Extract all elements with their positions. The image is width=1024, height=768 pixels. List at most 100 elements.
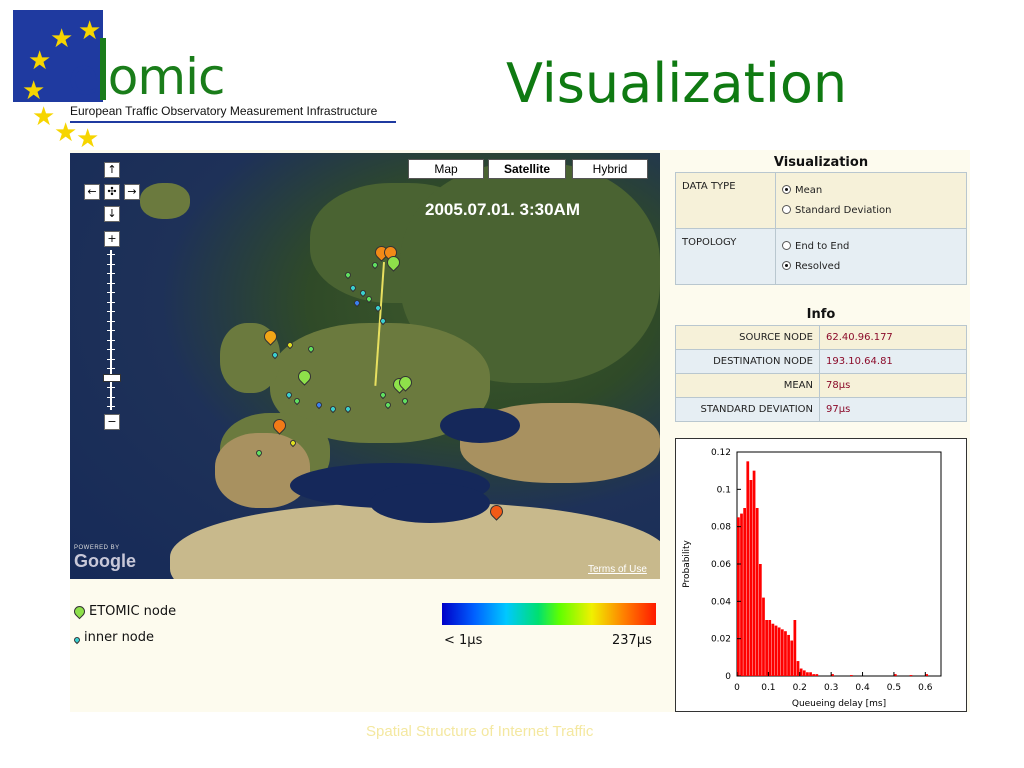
brand-wordmark: e omic: [68, 38, 225, 106]
zoom-tick: [107, 358, 115, 360]
y-axis-label: Probability: [682, 540, 692, 588]
histogram-bar: [780, 629, 784, 676]
topology-options: End to End Resolved: [775, 228, 967, 285]
histogram-bar: [737, 517, 740, 676]
histogram-bar: [771, 623, 775, 676]
map-type-map-button[interactable]: Map: [408, 159, 484, 179]
color-scale-bar: [442, 603, 656, 625]
data-type-row: DATA TYPE Mean Standard Deviation: [675, 172, 967, 229]
radio-mean[interactable]: [782, 184, 791, 194]
y-tick-label: 0: [725, 672, 731, 682]
histogram-bar: [812, 674, 816, 676]
visualization-options-table: DATA TYPE Mean Standard Deviation TOPOLO…: [675, 172, 967, 285]
histogram-bar: [762, 597, 765, 676]
histogram-bar: [768, 620, 772, 676]
y-tick-label: 0.06: [711, 560, 731, 570]
etomic-logo: ★ ★ ★ ★ ★ ★ ★ e omic European Traffic Obs…: [10, 8, 400, 152]
x-axis-label: Queueing delay [ms]: [792, 699, 886, 709]
logo-tagline: European Traffic Observatory Measurement…: [70, 104, 378, 118]
y-tick-label: 0.12: [711, 448, 731, 458]
pan-left-icon[interactable]: ←: [84, 184, 100, 200]
pan-right-icon[interactable]: →: [124, 184, 140, 200]
star-icon: ★: [22, 76, 46, 106]
data-type-std-option[interactable]: Standard Deviation: [782, 201, 960, 221]
zoom-tick: [107, 292, 115, 293]
pan-up-icon[interactable]: ↑: [104, 162, 120, 178]
histogram-bar: [774, 625, 778, 676]
pan-down-icon[interactable]: ↓: [104, 206, 120, 222]
timestamp-label: 2005.07.01. 3:30AM: [425, 200, 580, 219]
zoom-tick: [107, 396, 115, 398]
histogram-bar: [849, 675, 853, 676]
histogram-bar: [787, 634, 790, 676]
x-tick-label: 0.2: [793, 683, 807, 693]
histogram-bar: [765, 620, 768, 676]
radio-end-to-end[interactable]: [782, 240, 791, 250]
brand-bar: [99, 38, 106, 100]
histogram-bar: [806, 672, 809, 676]
histogram-bar: [790, 640, 794, 676]
y-tick-label: 0.04: [711, 597, 731, 607]
zoom-tick: [107, 301, 115, 303]
east-med-sea: [370, 483, 490, 523]
color-scale-min: < 1μs: [444, 633, 483, 648]
zoom-out-button[interactable]: −: [104, 414, 120, 430]
zoom-tick: [107, 311, 115, 312]
star-icon: ★: [54, 118, 78, 148]
y-tick-label: 0.08: [711, 523, 731, 533]
slide-title: Visualization: [506, 52, 848, 115]
zoom-slider-handle[interactable]: [103, 374, 121, 382]
radio-resolved[interactable]: [782, 260, 791, 270]
black-sea: [440, 408, 520, 443]
x-tick-label: 0: [734, 683, 740, 693]
info-row: DESTINATION NODE 193.10.64.81: [675, 349, 967, 374]
topology-label: TOPOLOGY: [675, 228, 776, 285]
logo-underline: [70, 121, 396, 123]
zoom-in-button[interactable]: +: [104, 231, 120, 247]
info-panel-title: Info: [806, 307, 836, 322]
zoom-tick: [107, 387, 115, 388]
google-attribution: POWERED BY Google: [74, 545, 136, 571]
queueing-delay-histogram: 0 0.1 0.2 0.3 0.4 0.5 0.6 0 0.02 0.04 0.06 0.08 0.1 0…: [682, 448, 942, 709]
info-row: STANDARD DEVIATION 97μs: [675, 397, 967, 422]
star-icon: ★: [76, 124, 100, 154]
zoom-slider-track[interactable]: [104, 250, 118, 410]
radio-std[interactable]: [782, 204, 791, 214]
data-type-mean-option[interactable]: Mean: [782, 181, 960, 201]
x-tick-label: 0.6: [918, 683, 933, 693]
histogram-bar: [802, 670, 806, 676]
histogram-bar: [784, 631, 787, 676]
y-tick-label: 0.02: [711, 635, 731, 645]
histogram-bar: [752, 470, 756, 676]
slide-footer: Spatial Structure of Internet Traffic: [366, 723, 594, 740]
pan-center-icon[interactable]: ✣: [104, 184, 120, 200]
map-type-satellite-button[interactable]: Satellite: [488, 159, 566, 179]
visualization-panel-title: Visualization: [773, 155, 869, 170]
histogram-bar: [749, 480, 753, 676]
histogram-bar: [793, 620, 797, 676]
data-type-label: DATA TYPE: [675, 172, 776, 229]
zoom-tick: [107, 368, 115, 369]
legend-inner-node: inner node: [72, 630, 154, 645]
topology-resolved-option[interactable]: Resolved: [782, 257, 960, 277]
iceland-land: [140, 183, 190, 219]
x-tick-label: 0.3: [824, 683, 838, 693]
star-icon: ★: [28, 46, 52, 76]
y-tick-label: 0.1: [717, 485, 731, 495]
histogram-bar: [743, 508, 747, 676]
etomic-node-icon: [71, 603, 88, 620]
topology-end-to-end-option[interactable]: End to End: [782, 237, 960, 257]
topology-row: TOPOLOGY End to End Resolved: [675, 228, 967, 285]
color-scale-max: 237μs: [612, 633, 652, 648]
histogram-bar: [909, 675, 913, 676]
zoom-tick: [107, 263, 115, 265]
histogram-bar: [796, 661, 800, 676]
star-icon: ★: [32, 102, 56, 132]
x-tick-label: 0.4: [855, 683, 870, 693]
histogram-bar: [777, 627, 781, 676]
x-tick-label: 0.1: [761, 683, 775, 693]
inner-node-icon: [72, 635, 82, 645]
map-type-hybrid-button[interactable]: Hybrid: [572, 159, 648, 179]
terms-of-use-link[interactable]: Terms of Use: [588, 564, 647, 575]
histogram-bar: [746, 461, 750, 676]
